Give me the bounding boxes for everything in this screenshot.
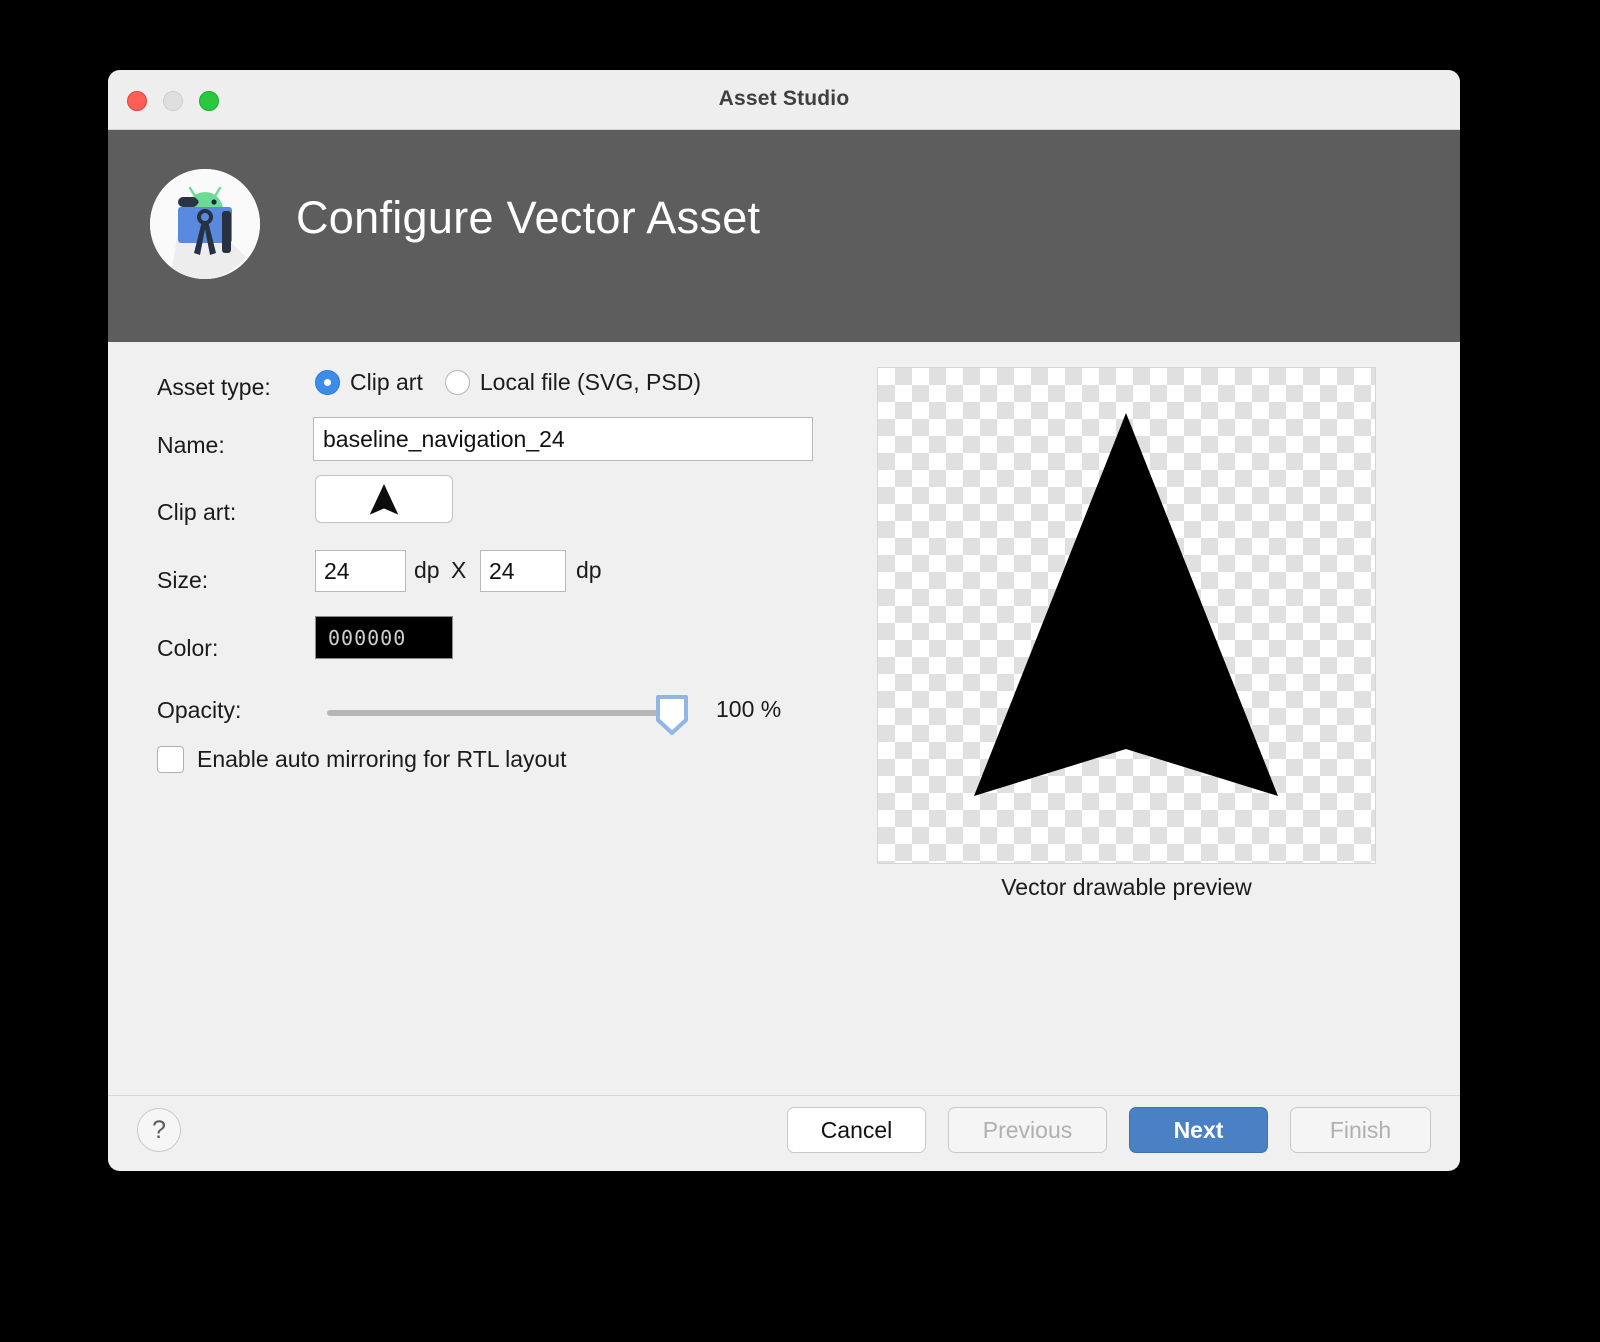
- color-label: Color:: [157, 635, 218, 662]
- size-separator: X: [451, 557, 466, 584]
- help-button[interactable]: ?: [137, 1108, 181, 1152]
- navigation-arrow-icon: [367, 482, 401, 516]
- window-titlebar: Asset Studio: [108, 70, 1460, 130]
- radio-selected-icon[interactable]: [315, 370, 340, 395]
- android-studio-icon: [150, 169, 260, 279]
- clip-art-chooser-button[interactable]: [315, 475, 453, 523]
- dialog-header-title: Configure Vector Asset: [296, 192, 760, 244]
- asset-studio-dialog: Asset Studio: [108, 70, 1460, 1171]
- window-title: Asset Studio: [108, 87, 1460, 111]
- radio-option-local-file[interactable]: Local file (SVG, PSD): [445, 369, 701, 396]
- opacity-slider-thumb[interactable]: [655, 694, 689, 736]
- rtl-checkbox-label: Enable auto mirroring for RTL layout: [197, 746, 566, 773]
- cancel-button[interactable]: Cancel: [787, 1107, 926, 1153]
- navigation-arrow-preview-icon: [878, 368, 1375, 863]
- radio-label-local-file: Local file (SVG, PSD): [480, 369, 701, 396]
- opacity-label: Opacity:: [157, 697, 241, 724]
- dialog-body: Asset type: Clip art Local file (SVG, PS…: [108, 342, 1460, 1095]
- opacity-value: 100 %: [716, 696, 781, 723]
- asset-type-radio-group: Clip art Local file (SVG, PSD): [315, 369, 723, 396]
- screen-background: Asset Studio: [0, 0, 1600, 1342]
- radio-unselected-icon[interactable]: [445, 370, 470, 395]
- asset-type-label: Asset type:: [157, 374, 271, 401]
- vector-preview-canvas: [877, 367, 1376, 864]
- size-height-input[interactable]: 24: [480, 550, 566, 592]
- dialog-header: Configure Vector Asset: [108, 130, 1460, 342]
- clip-art-label: Clip art:: [157, 499, 236, 526]
- radio-label-clip-art: Clip art: [350, 369, 423, 396]
- size-width-unit: dp: [414, 557, 440, 584]
- color-swatch-button[interactable]: 000000: [315, 616, 453, 659]
- size-width-input[interactable]: 24: [315, 550, 406, 592]
- size-height-unit: dp: [576, 557, 602, 584]
- name-input[interactable]: baseline_navigation_24: [313, 417, 813, 461]
- dialog-footer: ? Cancel Previous Next Finish: [108, 1095, 1460, 1170]
- next-button[interactable]: Next: [1129, 1107, 1268, 1153]
- rtl-mirroring-row[interactable]: Enable auto mirroring for RTL layout: [157, 746, 566, 773]
- rtl-checkbox[interactable]: [157, 746, 184, 773]
- size-label: Size:: [157, 567, 208, 594]
- previous-button[interactable]: Previous: [948, 1107, 1107, 1153]
- radio-option-clip-art[interactable]: Clip art: [315, 369, 423, 396]
- opacity-slider-track[interactable]: [327, 710, 667, 716]
- name-label: Name:: [157, 432, 225, 459]
- finish-button[interactable]: Finish: [1290, 1107, 1431, 1153]
- vector-preview-caption: Vector drawable preview: [877, 874, 1376, 901]
